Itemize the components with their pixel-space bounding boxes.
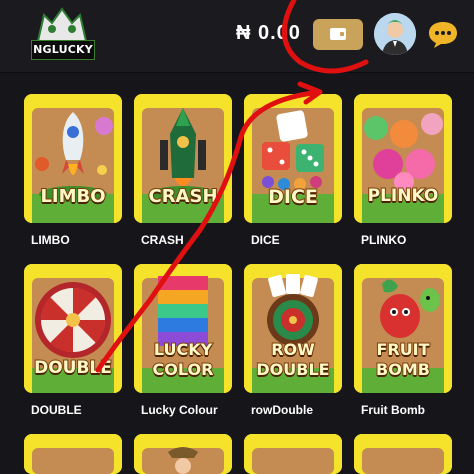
game-label-plinko[interactable]: PLINKO <box>361 233 406 247</box>
dice-title-art: DICE <box>267 185 319 209</box>
fruit-bomb-title-art-line2: BOMB <box>375 359 431 380</box>
game-grid: LIMBO LIMBO CRASH CRASH DICE DICE PLINKO… <box>0 72 474 474</box>
wallet-icon <box>330 28 346 40</box>
game-label-rowdouble[interactable]: rowDouble <box>251 403 313 417</box>
game-label-limbo[interactable]: LIMBO <box>31 233 70 247</box>
limbo-title-art: LIMBO <box>39 185 106 208</box>
wallet-button[interactable] <box>313 19 363 50</box>
chat-icon[interactable] <box>427 19 459 49</box>
user-avatar[interactable] <box>374 13 416 55</box>
lucky-colour-title-art-line2: COLOR <box>152 359 215 380</box>
game-card-rowdouble[interactable]: ROW DOUBLE <box>244 264 342 393</box>
game-card-limbo[interactable]: LIMBO <box>24 94 122 223</box>
rowdouble-title-art-line2: DOUBLE <box>255 359 330 380</box>
fruit-bomb-title-art-line1: FRUIT <box>375 339 430 360</box>
game-label-crash[interactable]: CRASH <box>141 233 184 247</box>
game-card-double[interactable]: DOUBLE <box>24 264 122 393</box>
game-label-fruit-bomb[interactable]: Fruit Bomb <box>361 403 425 417</box>
game-card-fruit-bomb[interactable]: FRUIT BOMB <box>354 264 452 393</box>
game-card-dice[interactable]: DICE <box>244 94 342 223</box>
game-card-row3-2[interactable] <box>134 434 232 474</box>
crash-title-art: CRASH <box>147 185 218 208</box>
row3-1-artwork <box>24 434 122 474</box>
row3-3-artwork <box>244 434 342 474</box>
row3-4-artwork <box>354 434 452 474</box>
game-label-double[interactable]: DOUBLE <box>31 403 82 417</box>
game-card-row3-3[interactable] <box>244 434 342 474</box>
logo-text: NGLUCKY <box>31 40 95 60</box>
double-title-art: DOUBLE <box>33 357 113 379</box>
game-card-plinko[interactable]: PLINKO <box>354 94 452 223</box>
wallet-balance: ₦ 0.00 <box>236 22 301 44</box>
game-label-lucky-colour[interactable]: Lucky Colour <box>141 403 218 417</box>
game-label-dice[interactable]: DICE <box>251 233 280 247</box>
lucky-colour-title-art-line1: LUCKY <box>153 339 213 360</box>
rowdouble-title-art-line1: ROW <box>270 339 316 360</box>
game-card-row3-4[interactable] <box>354 434 452 474</box>
game-card-row3-1[interactable] <box>24 434 122 474</box>
game-card-lucky-colour[interactable]: LUCKY COLOR <box>134 264 232 393</box>
game-card-crash[interactable]: CRASH <box>134 94 232 223</box>
row3-2-artwork <box>134 434 232 474</box>
top-bar: NGLUCKY ₦ 0.00 <box>0 0 474 73</box>
plinko-title-art: PLINKO <box>367 185 440 207</box>
